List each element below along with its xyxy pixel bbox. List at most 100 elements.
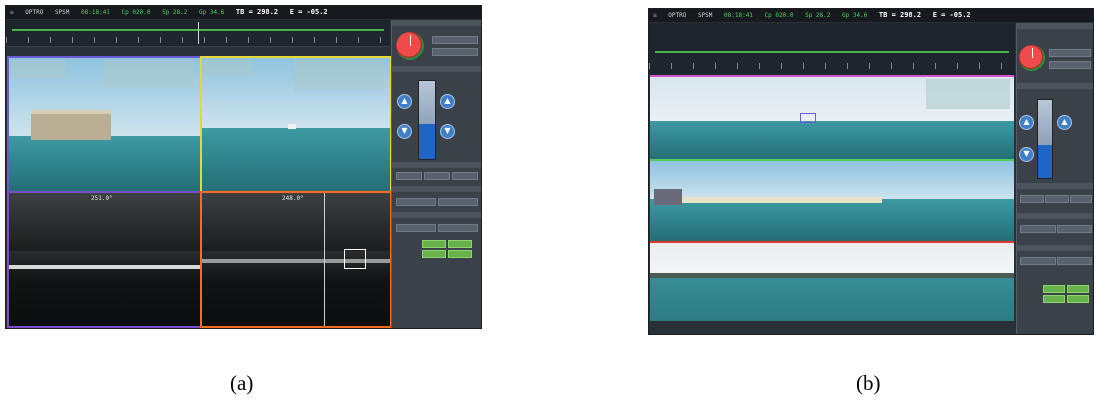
option-button[interactable]: [1070, 195, 1092, 203]
osd-info-left: [204, 60, 252, 76]
top-status-bar: ≡ OPTRO SPSM 08:18:41 Cp 020.0 Sp 28.2 G…: [6, 6, 481, 19]
panel-section-header: [392, 212, 481, 218]
chevron-down-icon[interactable]: ▼: [397, 124, 412, 139]
video-quad-top-right[interactable]: [200, 56, 392, 193]
time-readout: 08:18:41: [724, 12, 753, 19]
zoom-gauge[interactable]: [418, 80, 436, 160]
bearing-scale[interactable]: [649, 23, 1015, 76]
panel-section-header: [392, 20, 481, 26]
e-readout: E = -05.2: [932, 11, 971, 19]
fort-silhouette: [31, 110, 111, 140]
value-box: [448, 240, 472, 248]
osd-info-right: [294, 60, 384, 90]
caption-b: (b): [856, 371, 881, 395]
focus-field[interactable]: [396, 198, 436, 206]
ir-bearing-label: 251.0°: [91, 195, 113, 202]
option-button[interactable]: [424, 172, 450, 180]
tb-readout: TB = 298.2: [878, 11, 922, 19]
option-button[interactable]: [1045, 195, 1069, 203]
gp-readout: Gp 34.6: [199, 9, 225, 16]
shoreline: [682, 197, 882, 203]
control-panel: ▲ ▼ ▲ ▼: [391, 20, 481, 328]
osd-info: [926, 79, 1010, 109]
option-button[interactable]: [1020, 195, 1044, 203]
option-button[interactable]: [452, 172, 478, 180]
heading-field[interactable]: [432, 36, 478, 44]
panel-section-header: [1017, 23, 1093, 29]
panel-section-header: [1017, 245, 1093, 251]
setting-button[interactable]: [438, 224, 478, 232]
chevron-down-icon[interactable]: ▼: [1019, 147, 1034, 162]
osd-info-right: [104, 60, 194, 88]
panel-section-header: [392, 162, 481, 168]
panel-section-header: [392, 186, 481, 192]
crosshair-vertical: [324, 193, 325, 326]
boat-target: [288, 124, 296, 129]
setting-field[interactable]: [396, 224, 436, 232]
elevation-field[interactable]: [1049, 61, 1091, 69]
caption-a: (a): [230, 371, 254, 395]
video-quad-bottom-left[interactable]: 251.0°: [7, 191, 202, 328]
screenshot-a: ≡ OPTRO SPSM 08:18:41 Cp 020.0 Sp 28.2 G…: [5, 5, 482, 329]
option-button[interactable]: [396, 172, 422, 180]
panel-section-header: [1017, 183, 1093, 189]
top-status-bar: ≡ OPTRO SPSM 08:18:41 Cp 020.0 Sp 28.2 G…: [649, 9, 1093, 22]
value-box: [1043, 285, 1065, 293]
sea: [650, 199, 1014, 241]
panorama-band-bottom[interactable]: [650, 241, 1014, 321]
value-box: [422, 250, 446, 258]
reset-button[interactable]: [438, 198, 478, 206]
fort-silhouette: [654, 189, 682, 205]
setting-field[interactable]: [1020, 257, 1056, 265]
compass-icon[interactable]: [1019, 45, 1045, 71]
gp-readout: Gp 34.6: [842, 12, 868, 19]
cap-readout: Cp 020.0: [121, 9, 151, 16]
value-box: [448, 250, 472, 258]
screenshot-b: ≡ OPTRO SPSM 08:18:41 Cp 020.0 Sp 28.2 G…: [648, 8, 1094, 335]
sea: [650, 275, 1014, 321]
zoom-gauge[interactable]: [1037, 99, 1053, 179]
heading-field[interactable]: [1049, 49, 1091, 57]
video-quad-bottom-right[interactable]: 248.0°: [200, 191, 392, 328]
value-box: [422, 240, 446, 248]
panorama-band-top[interactable]: [650, 75, 1014, 161]
video-quad-top-left[interactable]: [7, 56, 202, 193]
bearing-center-mark: [198, 22, 199, 44]
ir-sky: [202, 193, 390, 253]
ir-sky: [9, 193, 200, 253]
time-readout: 08:18:41: [81, 9, 110, 16]
sea: [650, 121, 1014, 159]
app-name: OPTRO: [25, 9, 44, 16]
chevron-up-icon[interactable]: ▲: [1057, 115, 1072, 130]
bearing-scale[interactable]: [6, 20, 390, 47]
e-readout: E = -05.2: [289, 8, 328, 16]
sea: [9, 136, 200, 191]
reset-button[interactable]: [1057, 225, 1092, 233]
app-name: OPTRO: [668, 12, 687, 19]
panorama-band-middle[interactable]: [650, 159, 1014, 243]
sky: [650, 243, 1014, 275]
value-box: [1067, 295, 1089, 303]
tb-readout: TB = 298.2: [235, 8, 279, 16]
bearing-ticks: [649, 63, 1015, 69]
compass-icon[interactable]: [396, 32, 424, 60]
mode-label: SPSM: [697, 12, 713, 19]
panel-section-header: [392, 66, 481, 72]
bearing-line: [655, 51, 1009, 53]
far-coast: [650, 273, 1014, 278]
target-box[interactable]: [800, 113, 816, 123]
chevron-down-icon[interactable]: ▼: [440, 124, 455, 139]
chevron-up-icon[interactable]: ▲: [440, 94, 455, 109]
ir-bearing-label: 248.0°: [282, 195, 304, 202]
target-box[interactable]: [344, 249, 366, 269]
chevron-up-icon[interactable]: ▲: [1019, 115, 1034, 130]
setting-button[interactable]: [1057, 257, 1092, 265]
menu-icon[interactable]: ≡: [10, 9, 14, 16]
menu-icon[interactable]: ≡: [653, 12, 657, 19]
control-panel: ▲ ▼ ▲: [1016, 23, 1093, 334]
elevation-field[interactable]: [432, 48, 478, 56]
chevron-up-icon[interactable]: ▲: [397, 94, 412, 109]
ir-horizon: [9, 265, 200, 269]
focus-field[interactable]: [1020, 225, 1056, 233]
sp-readout: Sp 28.2: [162, 9, 188, 16]
